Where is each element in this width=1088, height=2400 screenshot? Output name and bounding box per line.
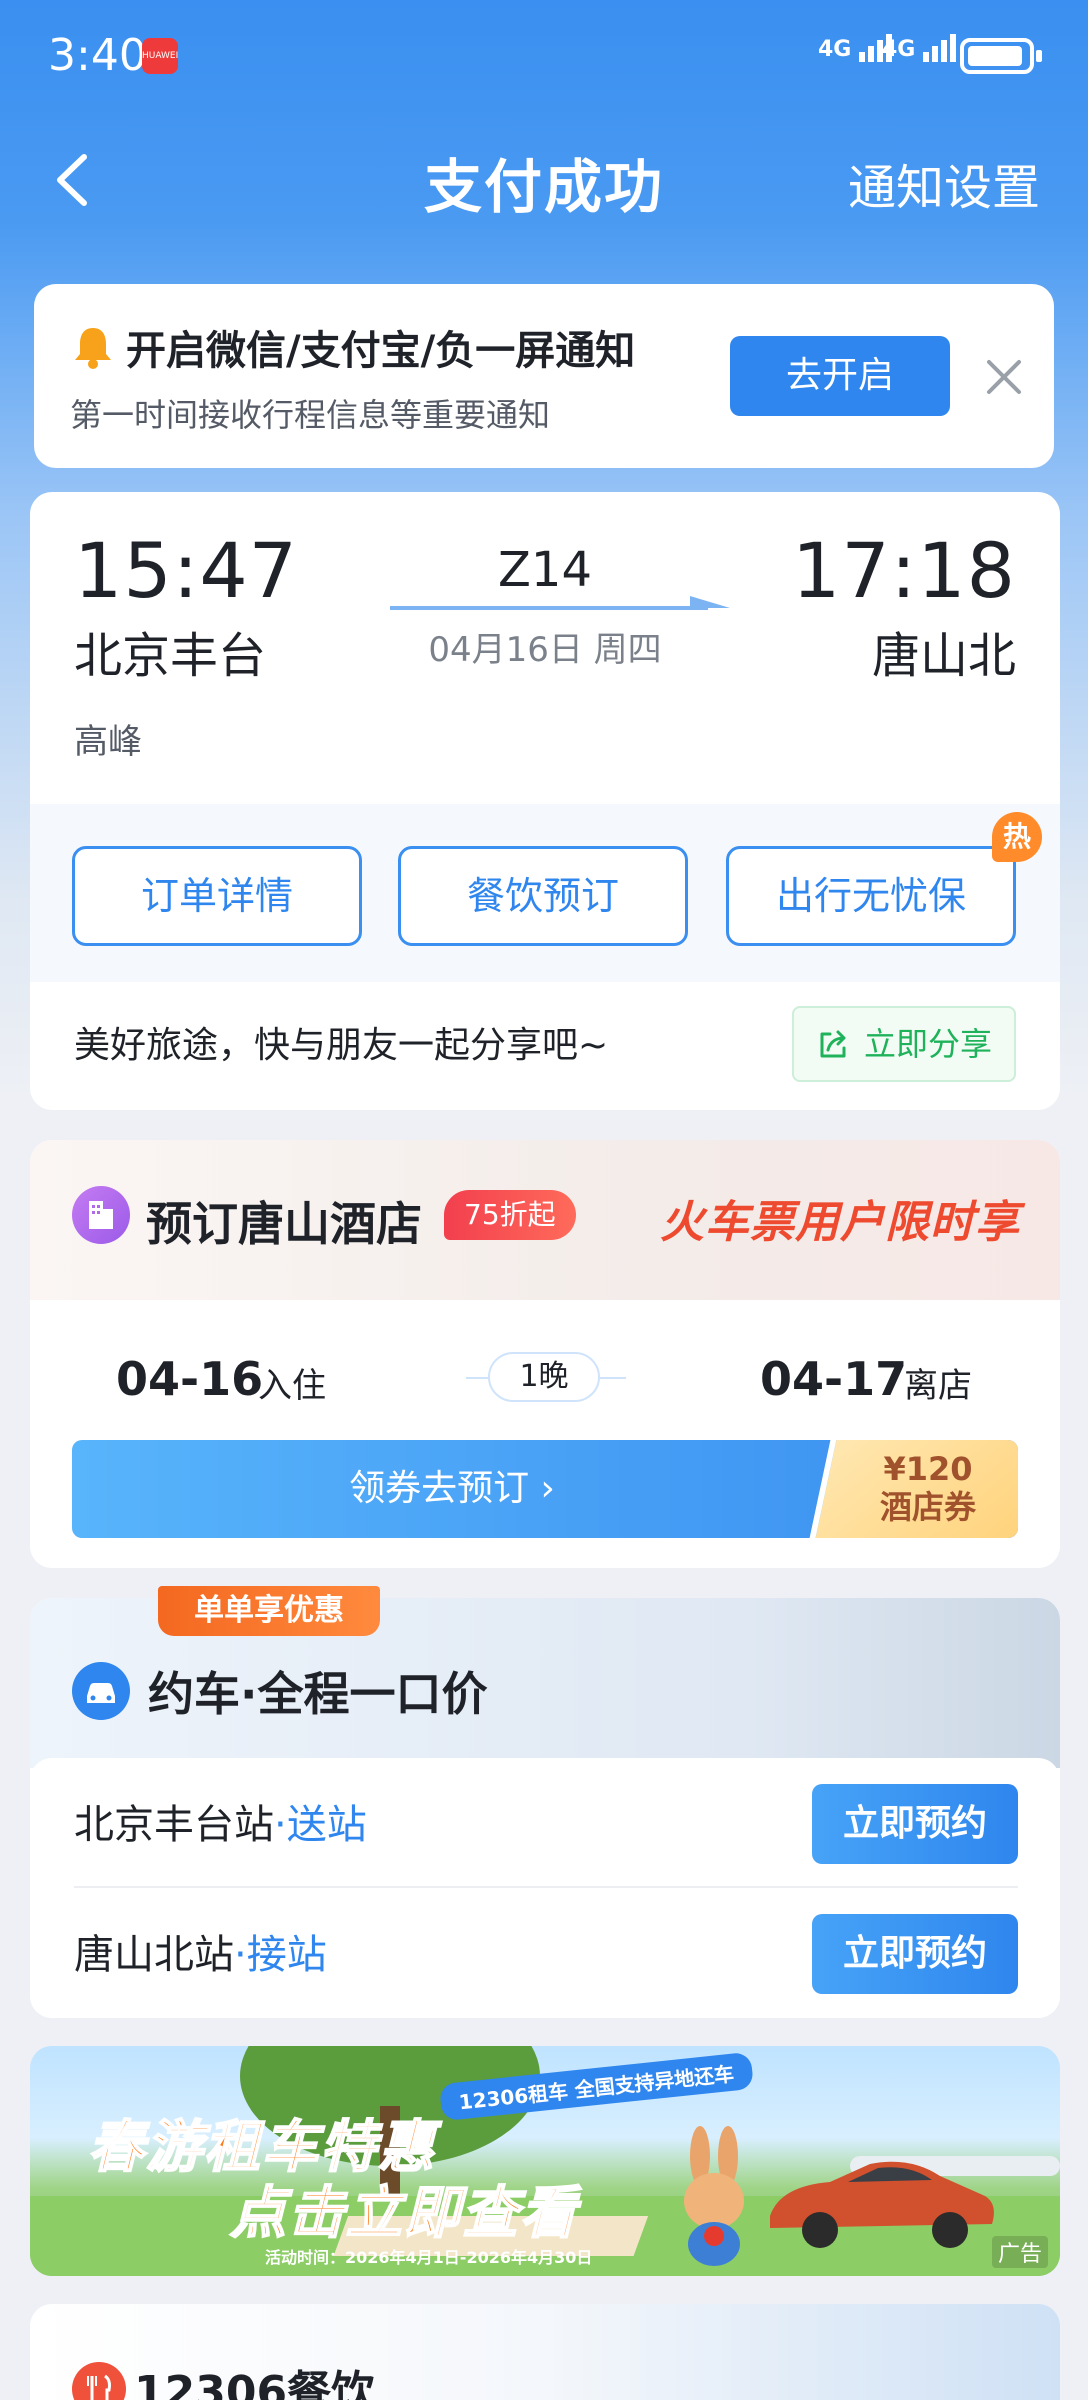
pickup-station: 唐山北站 [74,1932,234,1978]
enable-notification-button[interactable]: 去开启 [730,336,950,416]
ad-period: 活动时间：2026年4月1日-2026年4月30日 [265,2248,593,2267]
trip-card: 15:47 北京丰台 Z14 04月16日 周四 17:18 唐山北 高峰 订单… [30,492,1060,1110]
travel-insurance-button[interactable]: 出行无忧保 [726,846,1016,946]
car-booking-list: 北京丰台站·送站 立即预约 唐山北站·接站 立即预约 [30,1758,1060,2018]
book-pickup-button[interactable]: 立即预约 [812,1914,1018,1994]
car-icon [72,1662,130,1720]
car-title: 约车·全程一口价 [148,1667,488,1721]
notify-subtitle: 第一时间接收行程信息等重要通知 [70,396,551,434]
dining-card[interactable]: 12306餐饮 [30,2304,1060,2400]
pickup-row: 唐山北站·接站 [74,1922,327,1980]
share-button[interactable]: 立即分享 [792,1006,1016,1082]
arrival-time: 17:18 [791,526,1016,615]
status-bar: 3:40 HUAWEI 4G 4G [0,0,1088,110]
hotel-title: 预订唐山酒店 [146,1197,422,1251]
notification-prompt-card: 开启微信/支付宝/负一屏通知 第一时间接收行程信息等重要通知 去开启 [34,284,1054,468]
hotel-dates[interactable]: 04-16 入住 1晚 04-17 离店 领券去预订 › ¥120 酒店券 [30,1302,1060,1568]
ad-cta: 点击立即查看 [229,2180,578,2247]
book-dropoff-button[interactable]: 立即预约 [812,1784,1018,1864]
car-image [770,2161,994,2248]
pickup-tag: ·接站 [234,1932,327,1978]
coupon-cta: 领券去预订 › [349,1468,555,1509]
divider [600,1377,626,1379]
checkout-label: 离店 [904,1366,972,1406]
notify-title: 开启微信/支付宝/负一屏通知 [126,328,636,374]
network-type-label-2: 4G [882,37,916,62]
bell-icon [75,328,111,369]
status-time: 3:40 [48,30,147,81]
dropoff-tag: ·送站 [274,1802,367,1848]
hotel-icon [72,1186,130,1244]
order-details-button[interactable]: 订单详情 [72,846,362,946]
network-type-label: 4G [818,37,852,62]
share-icon [820,1030,846,1058]
ad-label: 广告 [991,2236,1048,2268]
dropoff-station: 北京丰台站 [74,1802,274,1848]
hot-badge: 热 [992,812,1042,862]
coupon-amount: ¥120 [883,1450,973,1488]
arrival-station: 唐山北 [871,628,1016,684]
checkin-label: 入住 [258,1366,326,1406]
seat-class: 高峰 [74,722,142,762]
share-prompt: 美好旅途，快与朋友一起分享吧~ [74,1025,609,1066]
dropoff-row: 北京丰台站·送站 [74,1792,367,1850]
signal-icon-2: 4G [882,34,959,62]
divider [74,1886,1018,1888]
share-button-label: 立即分享 [864,1025,993,1063]
hotel-booking-card: 预订唐山酒店 75折起 火车票用户限时享 04-16 入住 1晚 04-17 离… [30,1140,1060,1568]
arrow-right-icon [390,596,730,610]
discount-badge: 75折起 [444,1190,576,1240]
ride-hailing-card: 约车·全程一口价 单单享优惠 北京丰台站·送站 立即预约 唐山北站·接站 立即预… [30,1586,1060,2018]
car-rental-ad-banner[interactable]: 12306租车 全国支持异地还车 春游租车特惠 点击立即查看 活动时间：2026… [30,2046,1060,2276]
coupon-type: 酒店券 [879,1488,976,1526]
hotel-header: 预订唐山酒店 75折起 火车票用户限时享 [30,1140,1060,1300]
coupon-label: ¥120 酒店券 [848,1450,1008,1526]
nights-count: 1晚 [488,1352,600,1402]
bunny-mascot [684,2126,744,2266]
meal-booking-button[interactable]: 餐饮预订 [398,846,688,946]
notification-settings-link[interactable]: 通知设置 [848,148,1040,218]
close-icon[interactable] [979,352,1029,402]
checkin-date[interactable]: 04-16 [116,1352,263,1406]
promo-ribbon: 单单享优惠 [158,1586,380,1636]
dining-title: 12306餐饮 [134,2367,376,2400]
battery-icon [960,38,1042,74]
huawei-app-icon: HUAWEI [142,38,178,74]
hotel-slogan: 火车票用户限时享 [660,1197,1020,1248]
claim-coupon-button[interactable]: 领券去预订 › ¥120 酒店券 [72,1440,1018,1538]
dining-icon [72,2362,126,2400]
checkout-date[interactable]: 04-17 [760,1352,907,1406]
